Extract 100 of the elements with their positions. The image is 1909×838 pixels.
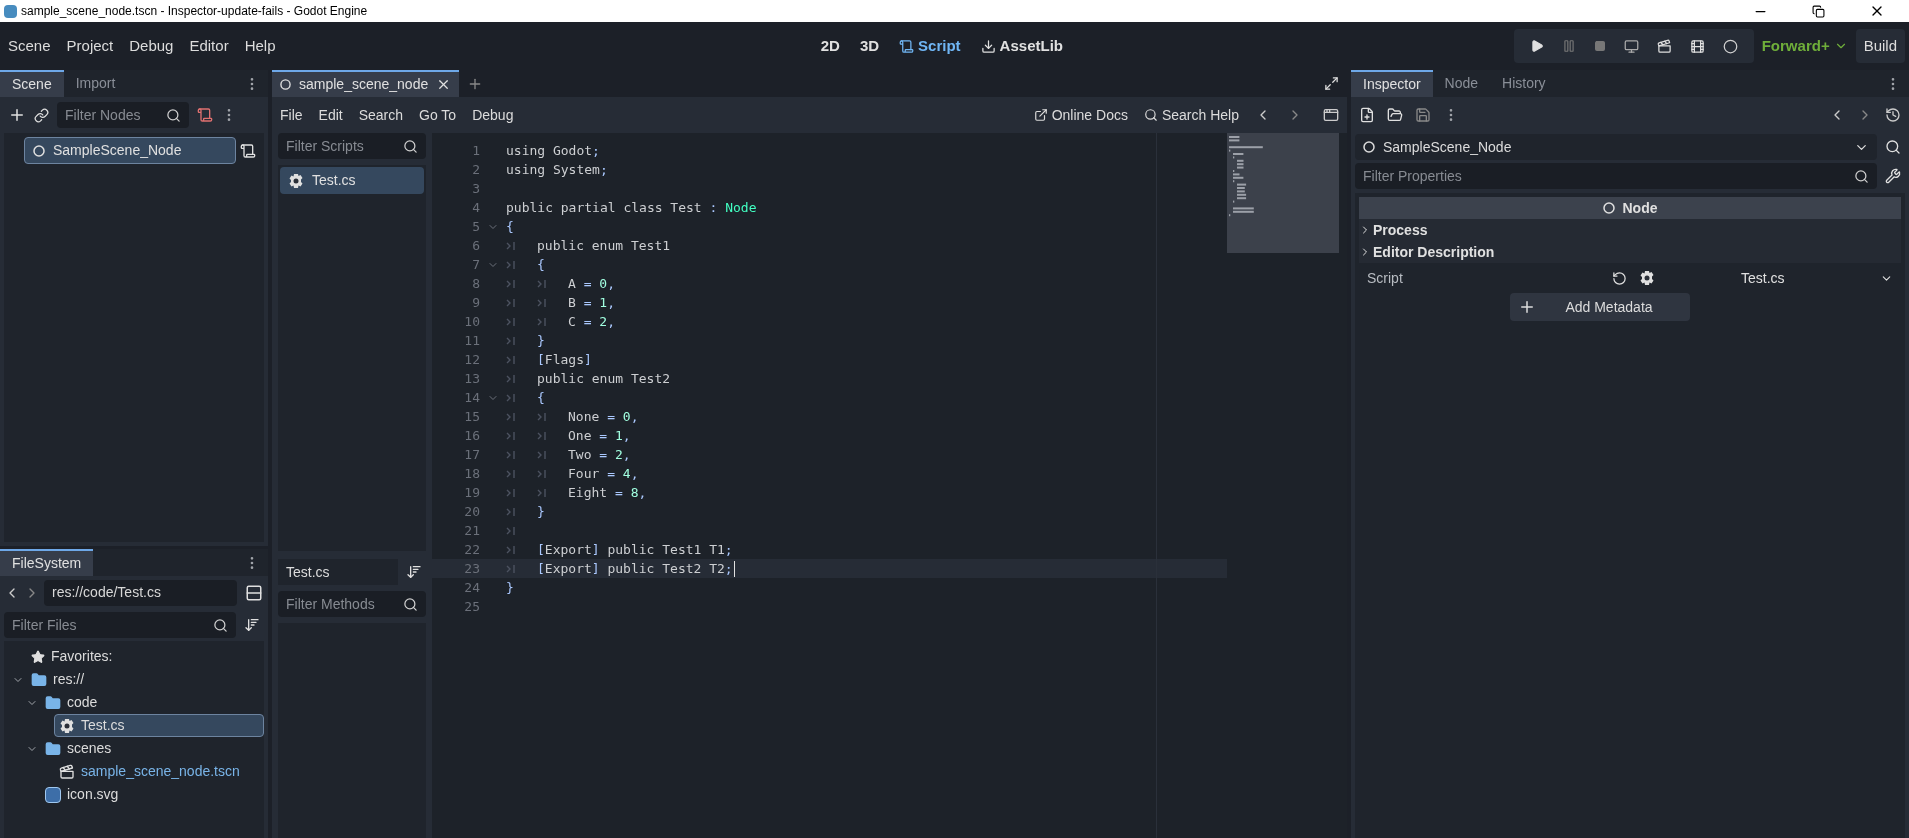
menu-item[interactable]: Edit [318, 104, 343, 126]
menu-item[interactable]: Scene [8, 34, 51, 58]
clapperboard-icon [59, 763, 75, 780]
doc-search-icon[interactable] [1885, 139, 1901, 155]
code-text: [Flags] [537, 350, 592, 369]
script-value-dropdown[interactable]: Test.cs [1741, 267, 1893, 289]
object-selector[interactable]: SampleScene_Node [1355, 134, 1877, 160]
tab[interactable]: History [1490, 70, 1558, 97]
link-icon[interactable] [34, 107, 49, 123]
tree-item[interactable]: res:// [26, 668, 264, 691]
tab[interactable]: Scene [0, 70, 64, 97]
tree-item[interactable]: Test.cs [54, 714, 264, 737]
tree-item[interactable]: Favorites: [26, 645, 264, 668]
restore-icon[interactable] [1812, 4, 1825, 18]
build-button[interactable]: Build [1855, 29, 1905, 63]
text-cursor [733, 560, 735, 577]
add-metadata-button[interactable]: Add Metadata [1510, 293, 1690, 321]
tab-marker-icon [506, 393, 516, 402]
script-remove-icon[interactable] [197, 107, 213, 123]
editor-tab[interactable]: sample_scene_node [272, 70, 460, 97]
line-number: 6 [471, 236, 480, 255]
new-resource-icon[interactable] [1359, 107, 1375, 123]
sort-icon[interactable] [406, 564, 422, 580]
filter-properties-field[interactable]: Filter Properties [1355, 163, 1877, 189]
play-icon[interactable] [1529, 39, 1544, 53]
search-help-link[interactable]: Search Help [1143, 104, 1239, 126]
menu-item[interactable]: Debug [129, 34, 174, 58]
tab-label: sample_scene_node [299, 75, 429, 94]
code-text: [Export] public Test1 T1; [537, 540, 733, 559]
split-view-icon[interactable] [245, 583, 263, 602]
window-icon[interactable] [1323, 107, 1339, 123]
fullscreen-icon[interactable] [1324, 76, 1339, 91]
filter-methods-field[interactable]: Filter Methods [278, 591, 426, 617]
line-number: 11 [463, 331, 480, 350]
workspace-tab[interactable]: 3D [859, 34, 880, 58]
menu-item[interactable]: Go To [419, 104, 457, 126]
tree-item[interactable]: icon.svg [40, 783, 264, 806]
menu-item[interactable]: Project [66, 34, 114, 58]
tab-marker-icon [506, 260, 516, 269]
filter-files-field[interactable]: Filter Files [4, 612, 236, 638]
tab-marker-icon [537, 469, 547, 478]
line-number: 9 [471, 293, 480, 312]
workspace-tab[interactable]: Script [899, 34, 961, 58]
revert-icon[interactable] [1612, 270, 1627, 286]
tab[interactable]: FileSystem [0, 549, 94, 576]
folder-icon [45, 740, 61, 757]
save-icon[interactable] [1415, 107, 1431, 123]
tab-marker-icon [537, 431, 547, 440]
workspace-tab[interactable]: 2D [820, 34, 840, 58]
tab-marker-icon [506, 564, 516, 573]
tree-item[interactable]: SampleScene_Node [24, 137, 236, 164]
stop-icon[interactable] [1593, 40, 1606, 52]
clapperboard-icon[interactable] [1656, 38, 1672, 54]
tab-marker-icon [506, 317, 516, 326]
renderer-dropdown[interactable]: Forward+ [1753, 34, 1856, 58]
line-number: 18 [463, 464, 480, 483]
code-text: public enum Test1 [537, 236, 671, 255]
search-icon [213, 617, 228, 633]
monitor-icon[interactable] [1623, 38, 1639, 54]
line-number: 22 [463, 540, 480, 559]
tab[interactable]: Inspector [1351, 70, 1433, 97]
category-header[interactable]: Editor Description [1359, 241, 1901, 263]
menu-item[interactable]: Help [244, 34, 276, 58]
folder-icon [31, 671, 47, 688]
tab-marker-icon [537, 488, 547, 497]
tree-item[interactable]: code [40, 691, 264, 714]
category-header[interactable]: Process [1359, 219, 1901, 241]
sort-icon[interactable] [244, 617, 260, 633]
workspace-tab[interactable]: AssetLib [980, 34, 1063, 58]
history-icon[interactable] [1885, 107, 1901, 123]
tab-marker-icon [537, 450, 547, 459]
tab[interactable]: Node [1432, 70, 1491, 97]
line-number: 14 [463, 388, 480, 407]
minimap-drawing[interactable] [1227, 133, 1339, 253]
menu-item[interactable]: Editor [189, 34, 229, 58]
filter-scripts-field[interactable]: Filter Scripts [278, 133, 426, 159]
node-icon [280, 79, 291, 90]
menu-item[interactable]: Debug [472, 104, 514, 126]
menu-item[interactable]: File [280, 104, 303, 126]
code-text: using System; [506, 160, 608, 179]
menu-item[interactable]: Search [358, 104, 404, 126]
open-folder-icon[interactable] [1387, 107, 1403, 123]
star-icon [31, 649, 45, 664]
filter-nodes-field[interactable]: Filter Nodes [57, 102, 189, 128]
property-name: Script [1367, 268, 1404, 288]
script-list-item[interactable]: Test.cs [280, 167, 424, 194]
search-icon [403, 596, 418, 612]
tree-item[interactable]: sample_scene_node.tscn [54, 760, 264, 783]
pause-icon[interactable] [1561, 39, 1576, 53]
path-field[interactable]: res://code/Test.cs [44, 579, 237, 606]
line-number: 23 [463, 559, 480, 578]
online-docs-link[interactable]: Online Docs [1033, 104, 1128, 126]
film-icon[interactable] [1689, 38, 1705, 54]
code-text: Two = 2, [568, 445, 631, 464]
add-node-icon[interactable] [8, 106, 26, 124]
tab[interactable]: Import [63, 70, 128, 97]
tools-icon[interactable] [1885, 168, 1901, 184]
tree-item[interactable]: scenes [40, 737, 264, 760]
node-icon [1602, 202, 1615, 214]
script-icon[interactable] [240, 142, 256, 159]
